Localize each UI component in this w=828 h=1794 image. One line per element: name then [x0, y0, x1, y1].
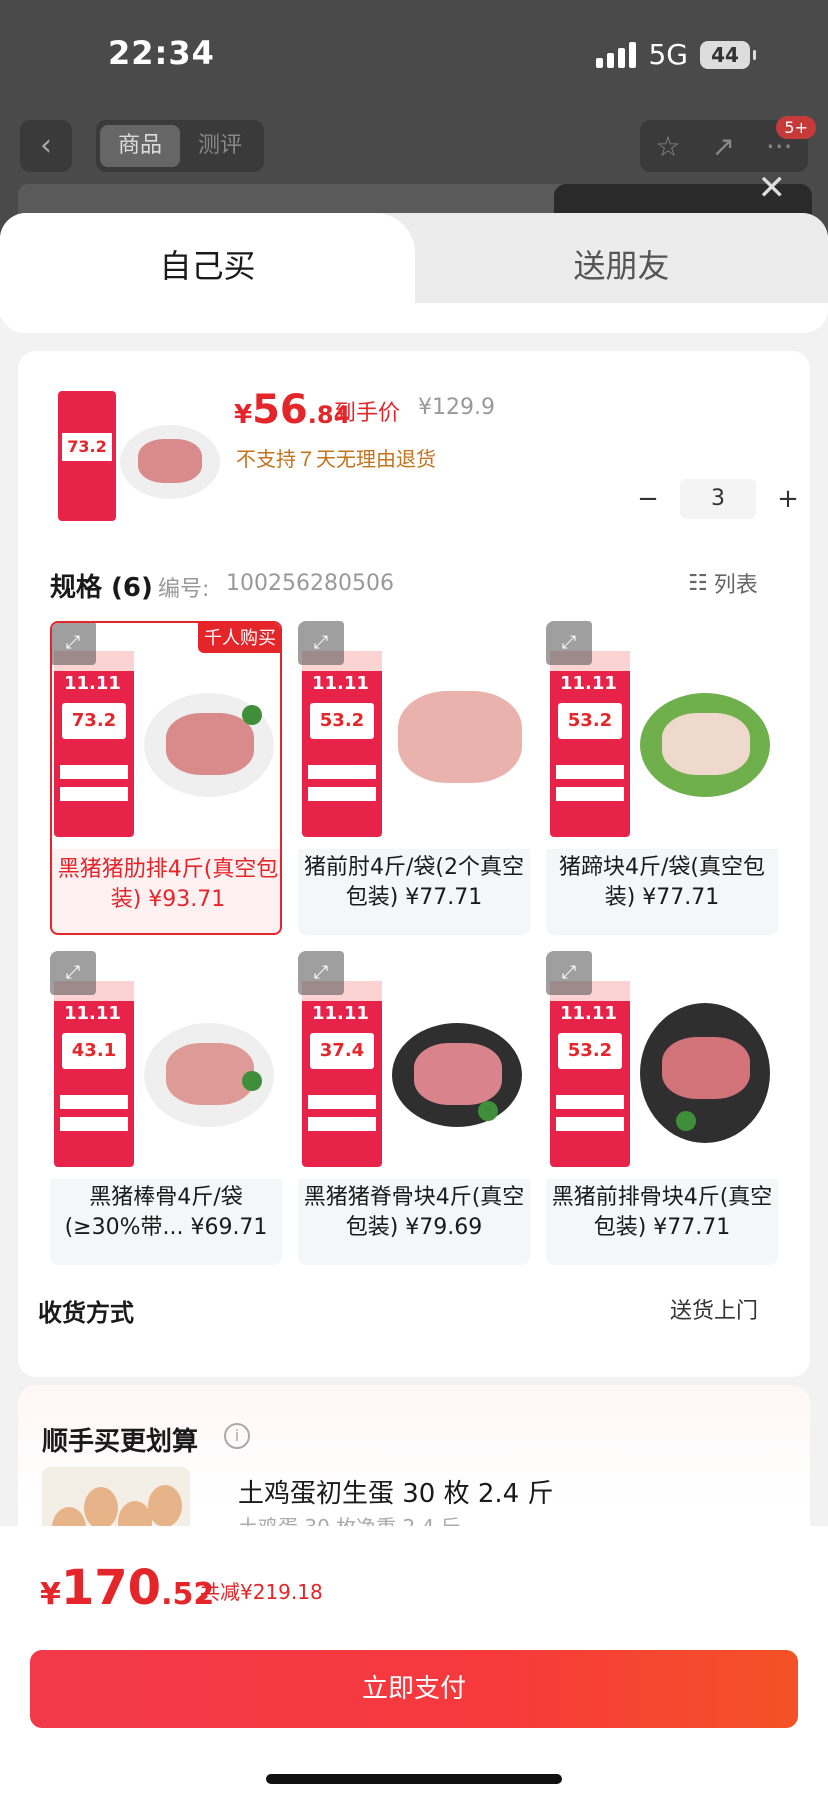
- spec-option-5[interactable]: 11.11 37.4 ⤢ 黑猪猪脊骨块4斤(真空包装) ¥79.69: [298, 951, 530, 1265]
- delivery-method-value[interactable]: 送货上门: [670, 1293, 758, 1325]
- promo-poster: 11.11 37.4: [302, 981, 382, 1167]
- spec-id-label: 编号:: [158, 577, 210, 602]
- page-tabs: 商品 测评: [96, 120, 264, 172]
- favorite-star-icon[interactable]: ☆: [655, 130, 680, 163]
- promo-poster: 11.11 53.2: [550, 981, 630, 1167]
- spec-option-1[interactable]: 11.11 73.2 ⤢ 千人购买 黑猪猪肋排4斤(真空包装) ¥93.71: [50, 621, 282, 935]
- expand-icon[interactable]: ⤢: [298, 621, 344, 665]
- return-policy: 不支持７天无理由退货: [236, 447, 436, 471]
- list-icon: ☷: [688, 570, 708, 596]
- quantity-input[interactable]: 3: [680, 479, 756, 519]
- expand-icon[interactable]: ⤢: [52, 623, 96, 665]
- home-indicator: [266, 1774, 562, 1784]
- spec-image: 11.11 37.4 ⤢: [298, 951, 530, 1179]
- list-view-label: 列表: [713, 573, 758, 598]
- spec-option-label: 黑猪猪脊骨块4斤(真空包装) ¥79.69: [303, 1185, 525, 1240]
- purchase-sheet: 自己买 送朋友 73.2 ¥ 56 .84 到手价 ¥129.9 不支持７天无理…: [0, 213, 828, 1794]
- quantity-stepper: − 3 +: [628, 479, 808, 519]
- popular-tag: 千人购买: [198, 623, 280, 653]
- spec-option-label: 猪蹄块4斤/袋(真空包装) ¥77.71: [559, 855, 765, 910]
- tab-self-buy-label[interactable]: 自己买: [0, 241, 415, 287]
- spec-option-6[interactable]: 11.11 53.2 ⤢ 黑猪前排骨块4斤(真空包装) ¥77.71: [546, 951, 778, 1265]
- spec-image: 11.11 53.2 ⤢: [546, 621, 778, 849]
- spec-option-label: 黑猪猪肋排4斤(真空包装) ¥93.71: [57, 857, 279, 912]
- total-price: ¥ 170 .52: [40, 1560, 215, 1616]
- pay-now-button[interactable]: 立即支付: [30, 1650, 798, 1728]
- tab-product[interactable]: 商品: [100, 125, 180, 167]
- decrease-button[interactable]: −: [628, 479, 668, 519]
- product-card: 73.2 ¥ 56 .84 到手价 ¥129.9 不支持７天无理由退货 − 3 …: [18, 351, 810, 1377]
- addon-title: 顺手买更划算: [42, 1427, 199, 1457]
- status-icons: 5G 44: [596, 38, 756, 71]
- promo-poster: 11.11 43.1: [54, 981, 134, 1167]
- network-label: 5G: [648, 38, 688, 71]
- share-icon[interactable]: ↗: [711, 130, 734, 163]
- spec-image: 11.11 53.2 ⤢: [546, 951, 778, 1179]
- expand-icon[interactable]: ⤢: [546, 951, 592, 995]
- checkout-footer: ¥ 170 .52 共减¥219.18 立即支付: [0, 1526, 828, 1794]
- expand-icon[interactable]: ⤢: [546, 621, 592, 665]
- expand-icon[interactable]: ⤢: [298, 951, 344, 995]
- spec-image: 11.11 73.2 ⤢: [52, 623, 280, 849]
- promo-poster: 11.11 53.2: [302, 651, 382, 837]
- tab-review[interactable]: 测评: [180, 125, 260, 167]
- spec-option-4[interactable]: 11.11 43.1 ⤢ 黑猪棒骨4斤/袋(≥30%带... ¥69.71: [50, 951, 282, 1265]
- spec-option-label: 黑猪棒骨4斤/袋(≥30%带... ¥69.71: [64, 1185, 268, 1240]
- expand-icon[interactable]: ⤢: [50, 951, 96, 995]
- signal-icon: [596, 41, 637, 68]
- list-view-button[interactable]: ☷ 列表: [688, 567, 758, 599]
- promo-poster: 11.11 53.2: [550, 651, 630, 837]
- tab-gift[interactable]: 送朋友: [415, 241, 828, 287]
- spec-option-label: 黑猪前排骨块4斤(真空包装) ¥77.71: [551, 1185, 773, 1240]
- promo-poster: 11.11 73.2: [54, 651, 134, 837]
- addon-name[interactable]: 土鸡蛋初生蛋 30 枚 2.4 斤: [238, 1473, 554, 1510]
- battery-icon: 44: [700, 40, 756, 69]
- product-thumbnail: 73.2: [58, 391, 228, 521]
- spec-option-2[interactable]: 11.11 53.2 ⤢ 猪前肘4斤/袋(2个真空包装) ¥77.71: [298, 621, 530, 935]
- message-badge: 5+: [776, 116, 816, 139]
- total-saving: 共减¥219.18: [200, 1580, 323, 1604]
- spec-title: 规格 (6): [50, 573, 153, 603]
- final-price: ¥ 56 .84: [234, 387, 351, 433]
- original-price: ¥129.9: [418, 395, 495, 420]
- spec-option-3[interactable]: 11.11 53.2 ⤢ 猪蹄块4斤/袋(真空包装) ¥77.71: [546, 621, 778, 935]
- spec-image: 11.11 53.2 ⤢: [298, 621, 530, 849]
- back-button[interactable]: ‹: [20, 120, 72, 172]
- info-icon[interactable]: i: [224, 1423, 250, 1449]
- delivery-method-label: 收货方式: [38, 1299, 134, 1327]
- spec-image: 11.11 43.1 ⤢: [50, 951, 282, 1179]
- final-price-label: 到手价: [334, 401, 401, 426]
- status-time: 22:34: [108, 34, 215, 72]
- close-icon[interactable]: ✕: [758, 168, 787, 208]
- increase-button[interactable]: +: [768, 479, 808, 519]
- tab-underline-panel: [0, 303, 828, 333]
- spec-option-label: 猪前肘4斤/袋(2个真空包装) ¥77.71: [304, 855, 524, 910]
- spec-id: 100256280506: [226, 571, 394, 596]
- spec-grid: 11.11 73.2 ⤢ 千人购买 黑猪猪肋排4斤(真空包装) ¥93.71 11…: [50, 621, 778, 1265]
